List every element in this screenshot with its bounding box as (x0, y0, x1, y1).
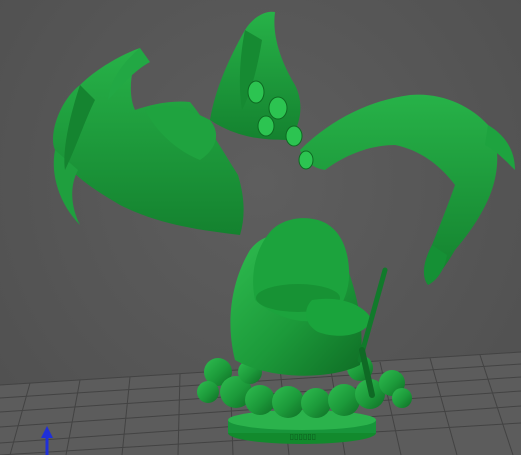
base-engraving: ▯▯▯▯▯▯ (290, 432, 316, 441)
3d-viewport[interactable]: ▯▯▯▯▯▯ (0, 0, 521, 455)
build-plate-scene[interactable]: ▯▯▯▯▯▯ (0, 0, 521, 455)
model-center-wing (210, 11, 301, 141)
